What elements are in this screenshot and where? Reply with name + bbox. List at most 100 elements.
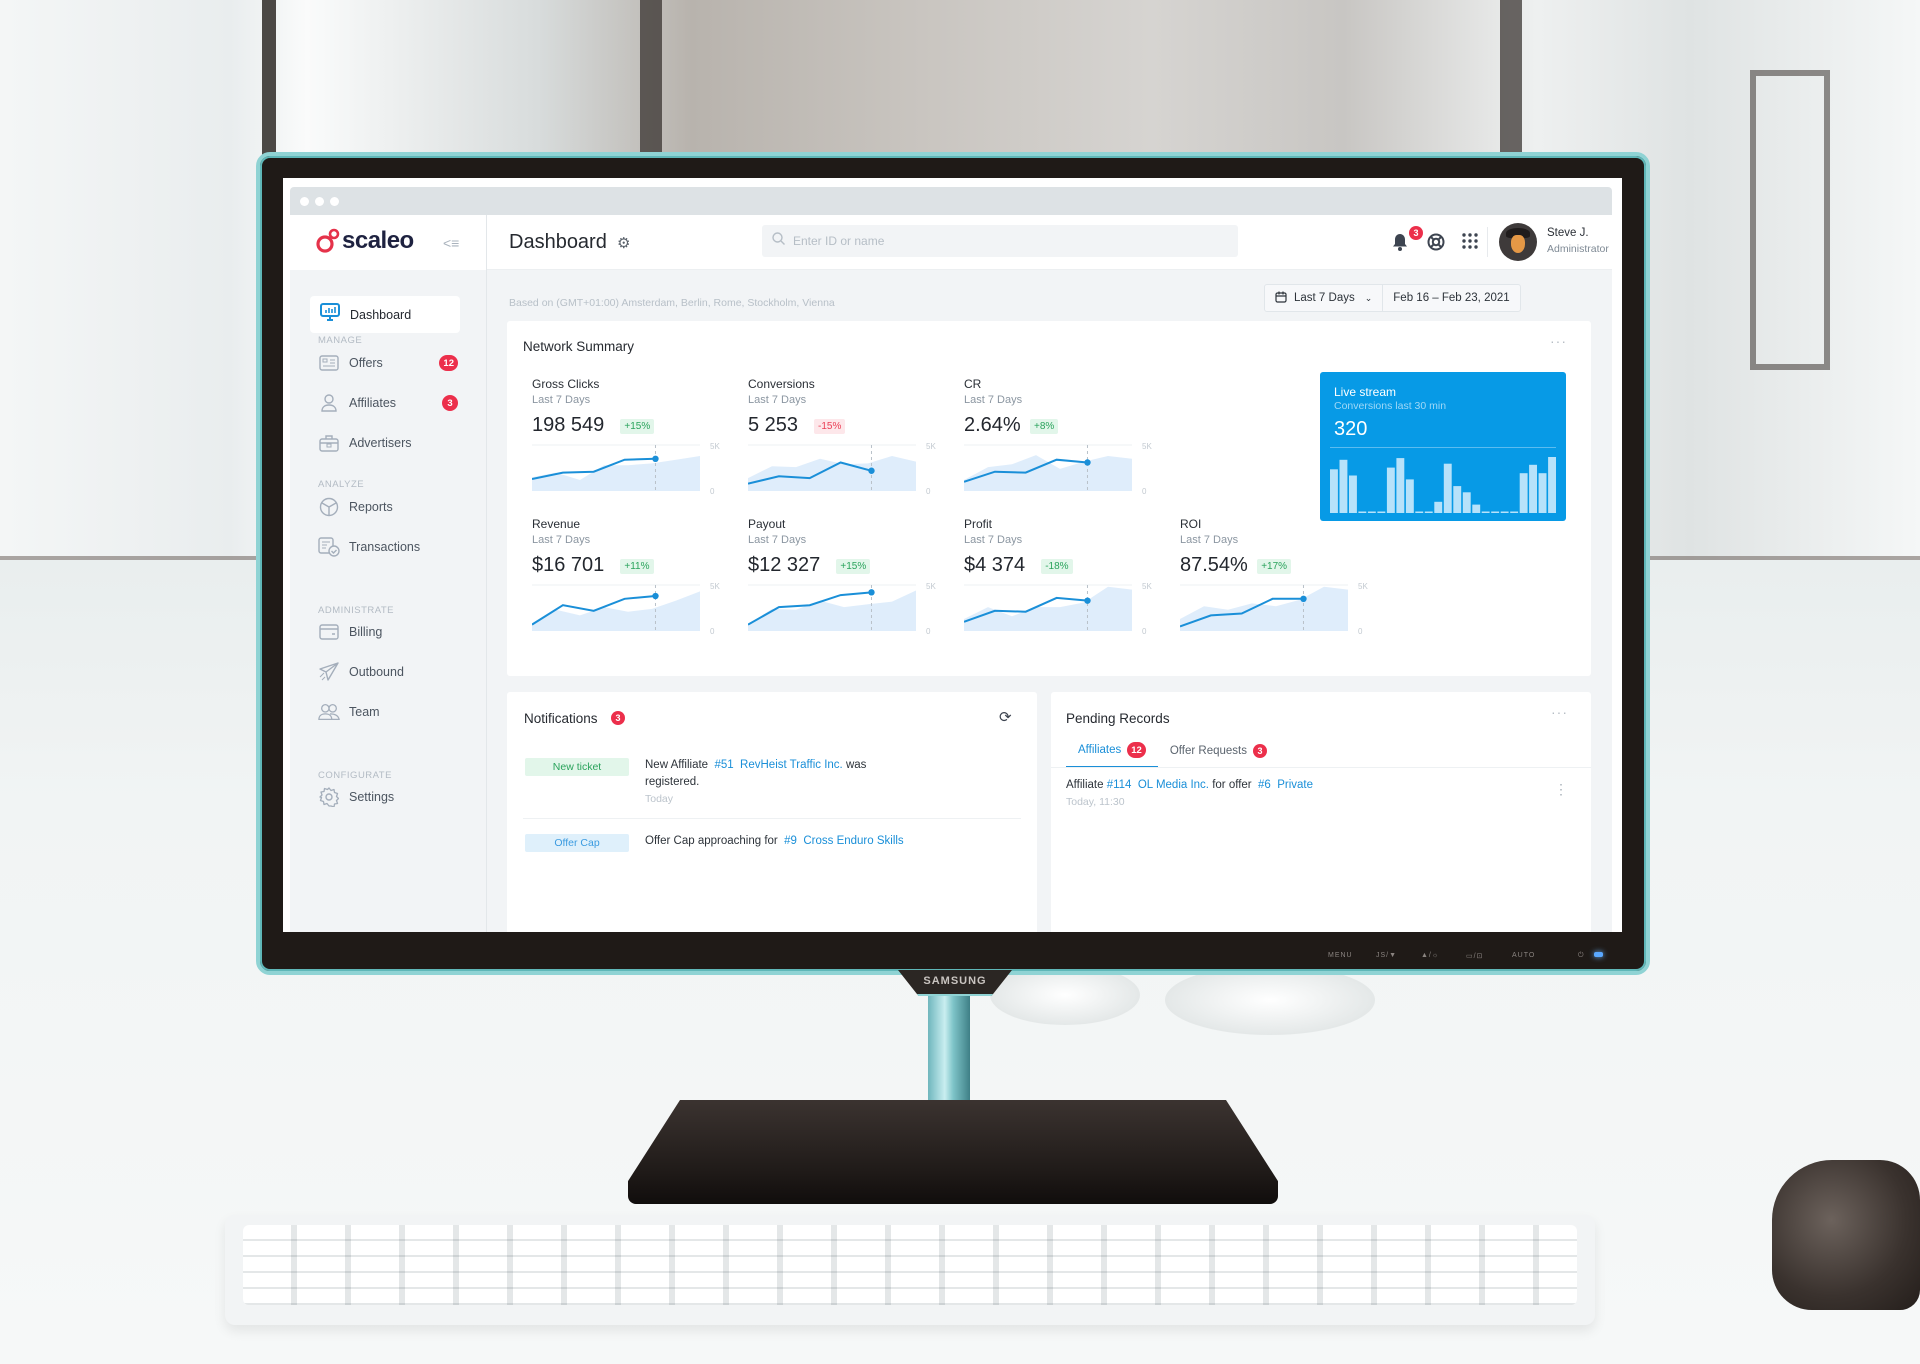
- date-range-value[interactable]: Feb 16 – Feb 23, 2021: [1382, 285, 1519, 311]
- live-bar: [1434, 501, 1443, 513]
- metric-card[interactable]: Profit Last 7 Days $4 374 -18% 5K 0: [964, 517, 1204, 677]
- kebab-menu-icon[interactable]: ⋮: [1554, 782, 1568, 796]
- live-bar: [1538, 473, 1547, 513]
- live-bar: [1529, 464, 1537, 513]
- sidebar-item-label: Dashboard: [350, 307, 412, 322]
- bell-icon[interactable]: [1392, 233, 1408, 256]
- data-point: [1084, 459, 1091, 466]
- metric-card[interactable]: CR Last 7 Days 2.64% +8% 5K 0: [964, 377, 1204, 537]
- affiliate-name-link[interactable]: RevHeist Traffic Inc.: [740, 759, 843, 771]
- y-tick-label: 5K: [926, 582, 936, 591]
- metric-card[interactable]: Revenue Last 7 Days $16 701 +11% 5K 0: [532, 517, 772, 677]
- y-tick-label: 5K: [1358, 582, 1368, 591]
- sidebar-item-reports[interactable]: Reports: [318, 495, 458, 519]
- collapse-sidebar-icon[interactable]: <≡: [443, 235, 459, 251]
- range-select[interactable]: Last 7 Days ⌄: [1265, 285, 1382, 311]
- offer-name-link[interactable]: Private: [1277, 779, 1313, 791]
- logo-area: scaleo <≡: [290, 215, 487, 270]
- affiliate-id-link[interactable]: #51: [714, 759, 733, 771]
- window-dot-icon[interactable]: [330, 197, 339, 206]
- sidebar-item-advertisers[interactable]: Advertisers: [318, 431, 458, 455]
- apps-grid-icon[interactable]: [1462, 233, 1478, 254]
- notification-prefix: New Affiliate: [645, 759, 709, 771]
- metric-title: CR: [964, 377, 982, 391]
- live-bar: [1330, 469, 1338, 513]
- y-tick-label: 5K: [710, 582, 720, 591]
- window-dot-icon[interactable]: [315, 197, 324, 206]
- metric-subtitle: Last 7 Days: [532, 394, 591, 406]
- live-bar: [1367, 511, 1376, 513]
- metric-card[interactable]: ROI Last 7 Days 87.54% +17% 5K 0: [1180, 517, 1420, 677]
- logo-text: scaleo: [342, 227, 414, 254]
- monitor-button[interactable]: MENU: [1328, 952, 1353, 959]
- refresh-icon[interactable]: ⟳: [999, 708, 1012, 726]
- live-stream-title: Live stream: [1334, 385, 1397, 399]
- more-options-icon[interactable]: ···: [1550, 333, 1567, 349]
- live-bar: [1386, 467, 1395, 513]
- sidebar-item-billing[interactable]: Billing: [318, 620, 458, 644]
- date-range-picker[interactable]: Last 7 Days ⌄ Feb 16 – Feb 23, 2021: [1264, 284, 1521, 312]
- record-middle: for offer: [1212, 779, 1252, 791]
- metric-value: $16 701: [532, 554, 605, 576]
- user-name[interactable]: Steve J.: [1547, 227, 1589, 239]
- power-button[interactable]: ⏻: [1578, 952, 1585, 960]
- y-tick-label: 5K: [710, 442, 720, 451]
- notification-prefix: Offer Cap approaching for: [645, 835, 778, 847]
- sidebar-item-transactions[interactable]: Transactions: [318, 535, 458, 559]
- affiliate-id-link[interactable]: #114: [1107, 779, 1132, 791]
- sidebar-item-affiliates[interactable]: Affiliates 3: [318, 391, 458, 415]
- offer-id-link[interactable]: #6: [1258, 779, 1271, 791]
- logo[interactable]: scaleo: [316, 227, 414, 255]
- metric-card[interactable]: Payout Last 7 Days $12 327 +15% 5K 0: [748, 517, 988, 677]
- sidebar-item-team[interactable]: Team: [318, 700, 458, 724]
- data-point: [652, 455, 659, 462]
- lifebuoy-help-icon[interactable]: [1427, 233, 1445, 256]
- data-point: [868, 589, 875, 596]
- main-content: Based on (GMT+01:00) Amsterdam, Berlin, …: [487, 270, 1612, 932]
- monitor-button[interactable]: AUTO: [1512, 952, 1535, 959]
- sidebar-item-label: Offers: [349, 356, 383, 370]
- tab-offer-requests[interactable]: Offer Requests 3: [1158, 742, 1279, 768]
- page-settings-gear-icon[interactable]: ⚙: [617, 234, 630, 252]
- monitor-button[interactable]: ▲/☼: [1421, 952, 1439, 959]
- sidebar-item-settings[interactable]: Settings: [318, 785, 458, 809]
- logo-mark-icon: [316, 228, 340, 254]
- search-input[interactable]: [793, 234, 1213, 248]
- gear-icon: [318, 787, 340, 807]
- metric-title: Conversions: [748, 377, 815, 391]
- avatar[interactable]: [1499, 223, 1537, 261]
- metric-subtitle: Last 7 Days: [748, 534, 807, 546]
- monitor-button[interactable]: JS/▼: [1376, 952, 1397, 959]
- id-card-icon: [318, 353, 340, 373]
- offer-id-link[interactable]: #9: [784, 835, 797, 847]
- affiliate-name-link[interactable]: OL Media Inc.: [1138, 779, 1209, 791]
- metric-card[interactable]: Conversions Last 7 Days 5 253 -15% 5K 0: [748, 377, 988, 537]
- y-tick-label: 0: [1142, 627, 1147, 636]
- live-bar: [1339, 459, 1348, 513]
- window-dot-icon[interactable]: [300, 197, 309, 206]
- live-stream-card[interactable]: Live stream Conversions last 30 min 320: [1320, 372, 1566, 521]
- record-prefix: Affiliate: [1066, 779, 1104, 791]
- search-box[interactable]: [762, 225, 1238, 257]
- live-bar: [1349, 475, 1357, 513]
- header-divider: [1487, 227, 1488, 257]
- sparkline-chart: 5K 0: [532, 582, 720, 636]
- monitor-button[interactable]: ▭/⊡: [1466, 952, 1483, 960]
- sidebar-item-label: Transactions: [349, 540, 421, 554]
- live-bar: [1481, 511, 1490, 513]
- more-options-icon[interactable]: ···: [1551, 704, 1568, 720]
- metric-subtitle: Last 7 Days: [1180, 534, 1239, 546]
- sidebar-item-offers[interactable]: Offers 12: [318, 351, 458, 375]
- mouse: [1772, 1160, 1920, 1310]
- metric-subtitle: Last 7 Days: [748, 394, 807, 406]
- sidebar-item-dashboard[interactable]: Dashboard: [310, 296, 460, 333]
- metric-subtitle: Last 7 Days: [964, 534, 1023, 546]
- metric-title: Revenue: [532, 517, 581, 531]
- sidebar-item-outbound[interactable]: Outbound: [318, 660, 458, 684]
- sidebar-section-title: CONFIGURATE: [318, 770, 392, 781]
- metric-card[interactable]: Gross Clicks Last 7 Days 198 549 +15% 5K 0: [532, 377, 772, 537]
- wall-picture: [1750, 70, 1830, 370]
- offer-name-link[interactable]: Cross Enduro Skills: [803, 835, 903, 847]
- tab-affiliates[interactable]: Affiliates 12: [1066, 742, 1158, 768]
- y-tick-label: 5K: [1142, 582, 1152, 591]
